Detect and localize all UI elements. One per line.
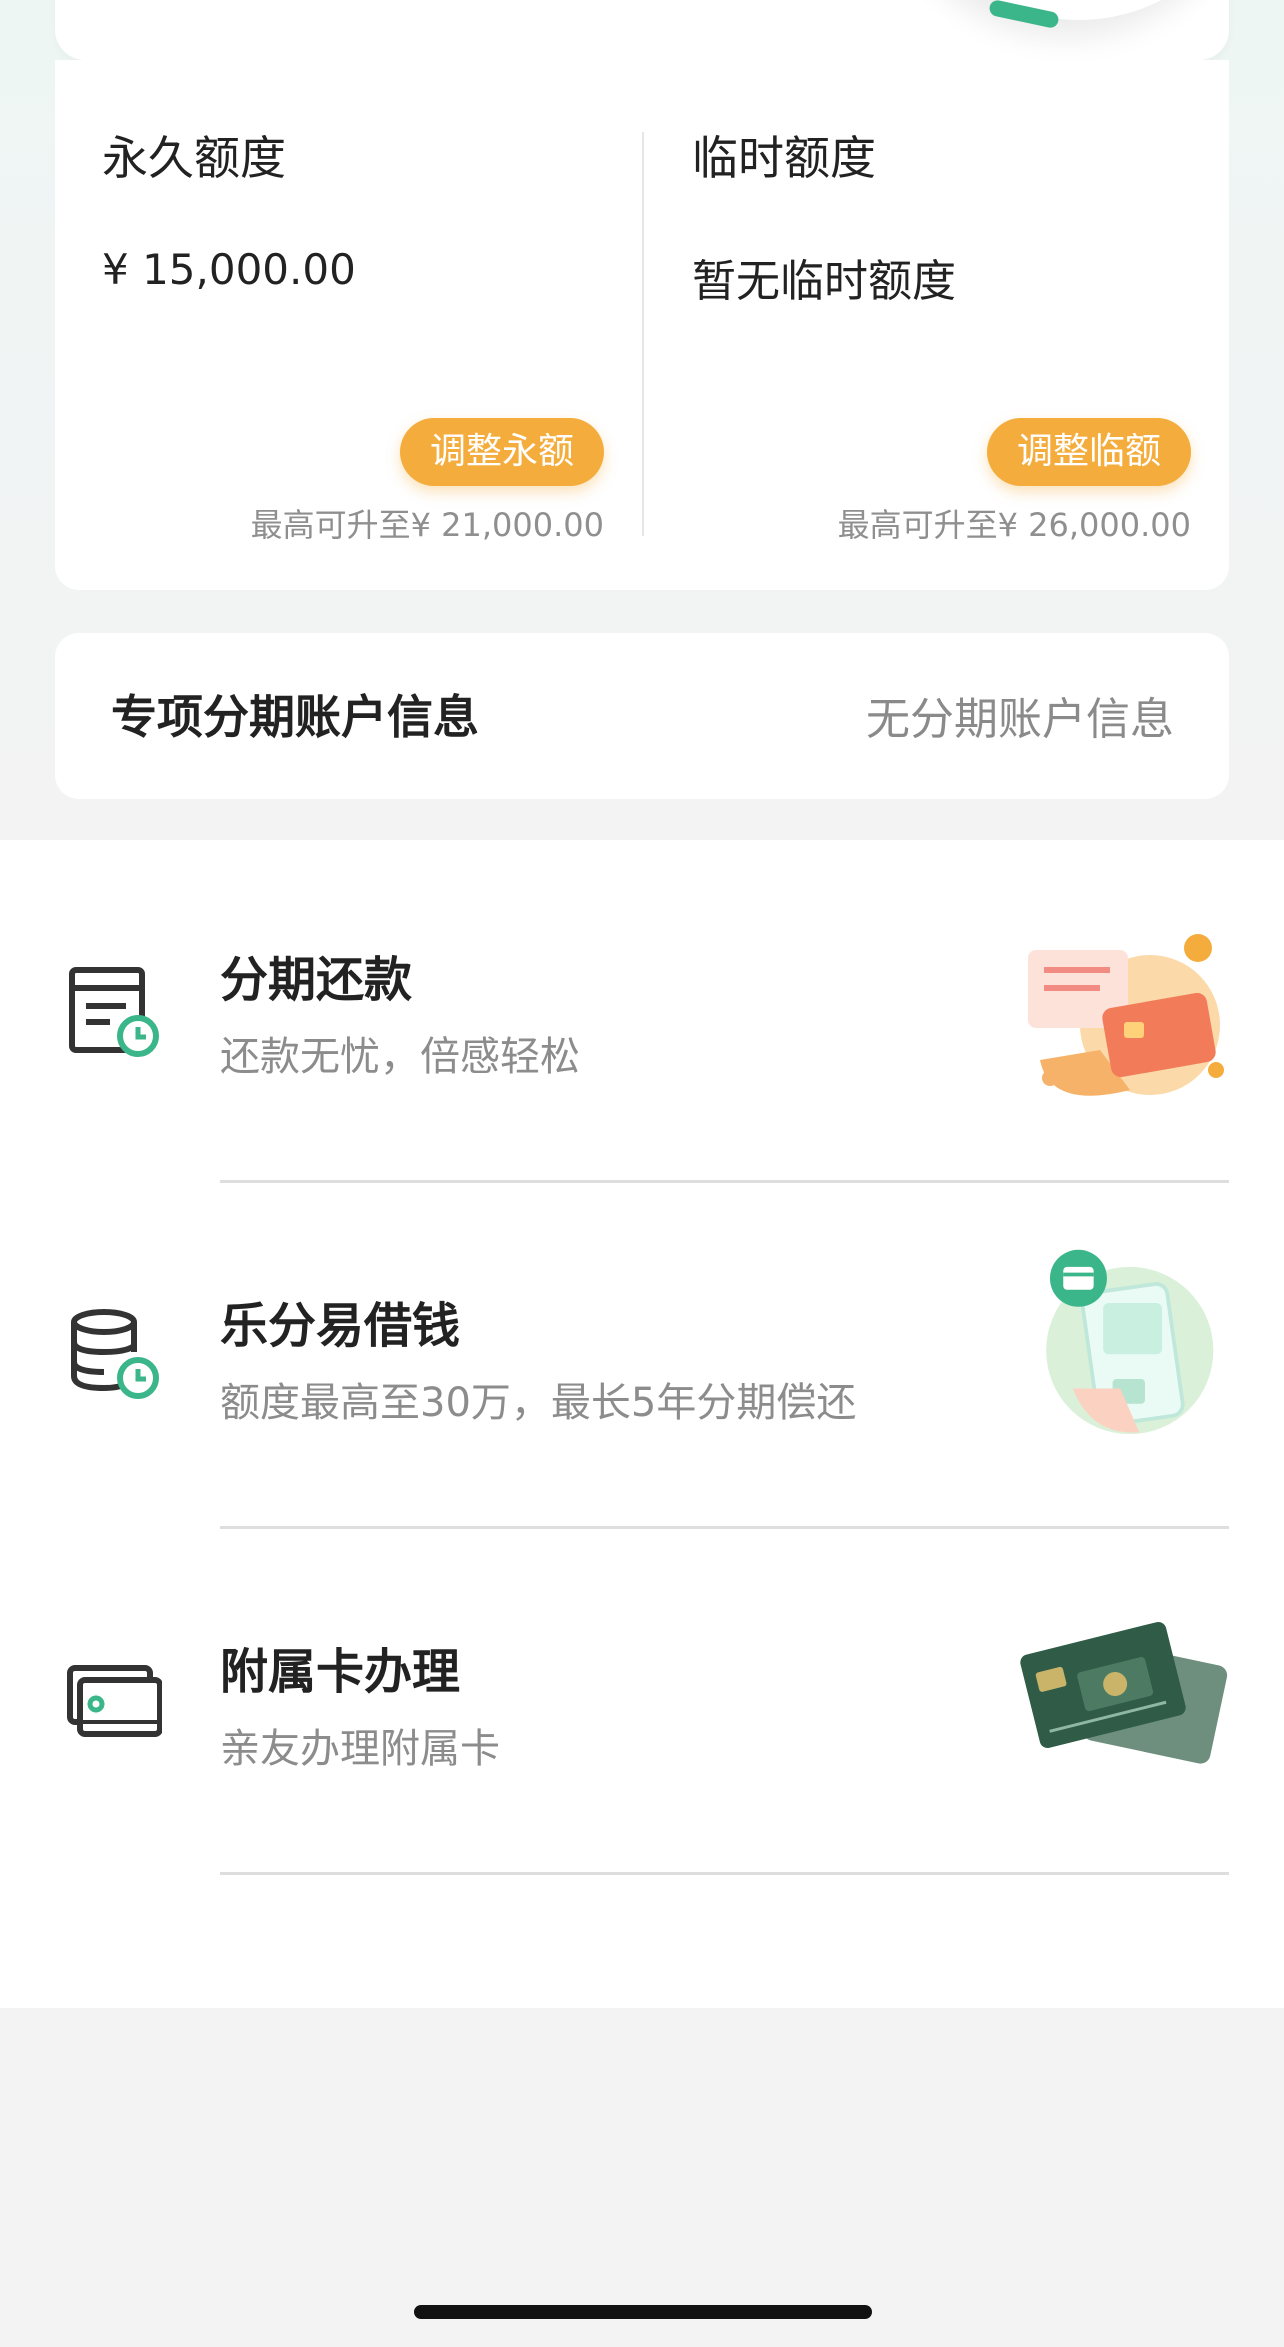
card-icon — [67, 1665, 162, 1737]
service-item-installment-repayment[interactable]: 分期还款 还款无忧，倍感轻松 — [0, 840, 1284, 1186]
service-title: 乐分易借钱 — [220, 1298, 461, 1354]
home-indicator[interactable] — [414, 2305, 872, 2319]
temporary-limit-title: 临时额度 — [692, 131, 876, 185]
temporary-limit-max: 最高可升至¥ 26,000.00 — [837, 506, 1191, 544]
services-list: 分期还款 还款无忧，倍感轻松 乐分易借钱 额度最高至30万，最长5年分期偿还 附… — [0, 840, 1284, 2008]
adjust-temporary-limit-button[interactable]: 调整临额 — [986, 418, 1191, 486]
permanent-limit-max: 最高可升至¥ 21,000.00 — [250, 506, 604, 544]
service-title: 附属卡办理 — [220, 1644, 461, 1700]
gauge-arc — [899, 0, 1229, 20]
service-divider — [220, 1872, 1229, 1875]
permanent-limit-title: 永久额度 — [102, 131, 286, 185]
service-subtitle: 亲友办理附属卡 — [220, 1726, 500, 1772]
temporary-limit-value: 暂无临时额度 — [692, 256, 956, 307]
bill-clock-icon — [69, 967, 159, 1057]
overview-card-remnant — [55, 0, 1229, 60]
adjust-permanent-limit-button[interactable]: 调整永额 — [399, 418, 604, 486]
coins-clock-icon — [71, 1309, 159, 1399]
permanent-limit-value: ¥ 15,000.00 — [102, 245, 356, 294]
service-item-supplementary-card[interactable]: 附属卡办理 亲友办理附属卡 — [0, 1532, 1284, 1878]
installment-illustration-icon — [1028, 934, 1224, 1096]
installment-account-title: 专项分期账户信息 — [111, 690, 479, 744]
service-item-loan[interactable]: 乐分易借钱 额度最高至30万，最长5年分期偿还 — [0, 1186, 1284, 1532]
service-divider — [220, 1180, 1229, 1183]
temporary-limit-section: 临时额度 暂无临时额度 调整临额 最高可升至¥ 26,000.00 — [642, 60, 1229, 590]
service-subtitle: 还款无忧，倍感轻松 — [220, 1034, 580, 1080]
permanent-limit-section: 永久额度 ¥ 15,000.00 调整永额 最高可升至¥ 21,000.00 — [55, 60, 642, 590]
installment-account-row[interactable]: 专项分期账户信息 无分期账户信息 — [55, 633, 1229, 799]
installment-account-status: 无分期账户信息 — [866, 694, 1174, 745]
supplementary-card-illustration-icon — [1020, 1621, 1228, 1764]
service-subtitle: 额度最高至30万，最长5年分期偿还 — [220, 1380, 857, 1426]
service-title: 分期还款 — [220, 952, 413, 1008]
service-divider — [220, 1526, 1229, 1529]
credit-limit-card: 永久额度 ¥ 15,000.00 调整永额 最高可升至¥ 21,000.00 临… — [55, 60, 1229, 590]
loan-illustration-icon — [1046, 1249, 1214, 1435]
